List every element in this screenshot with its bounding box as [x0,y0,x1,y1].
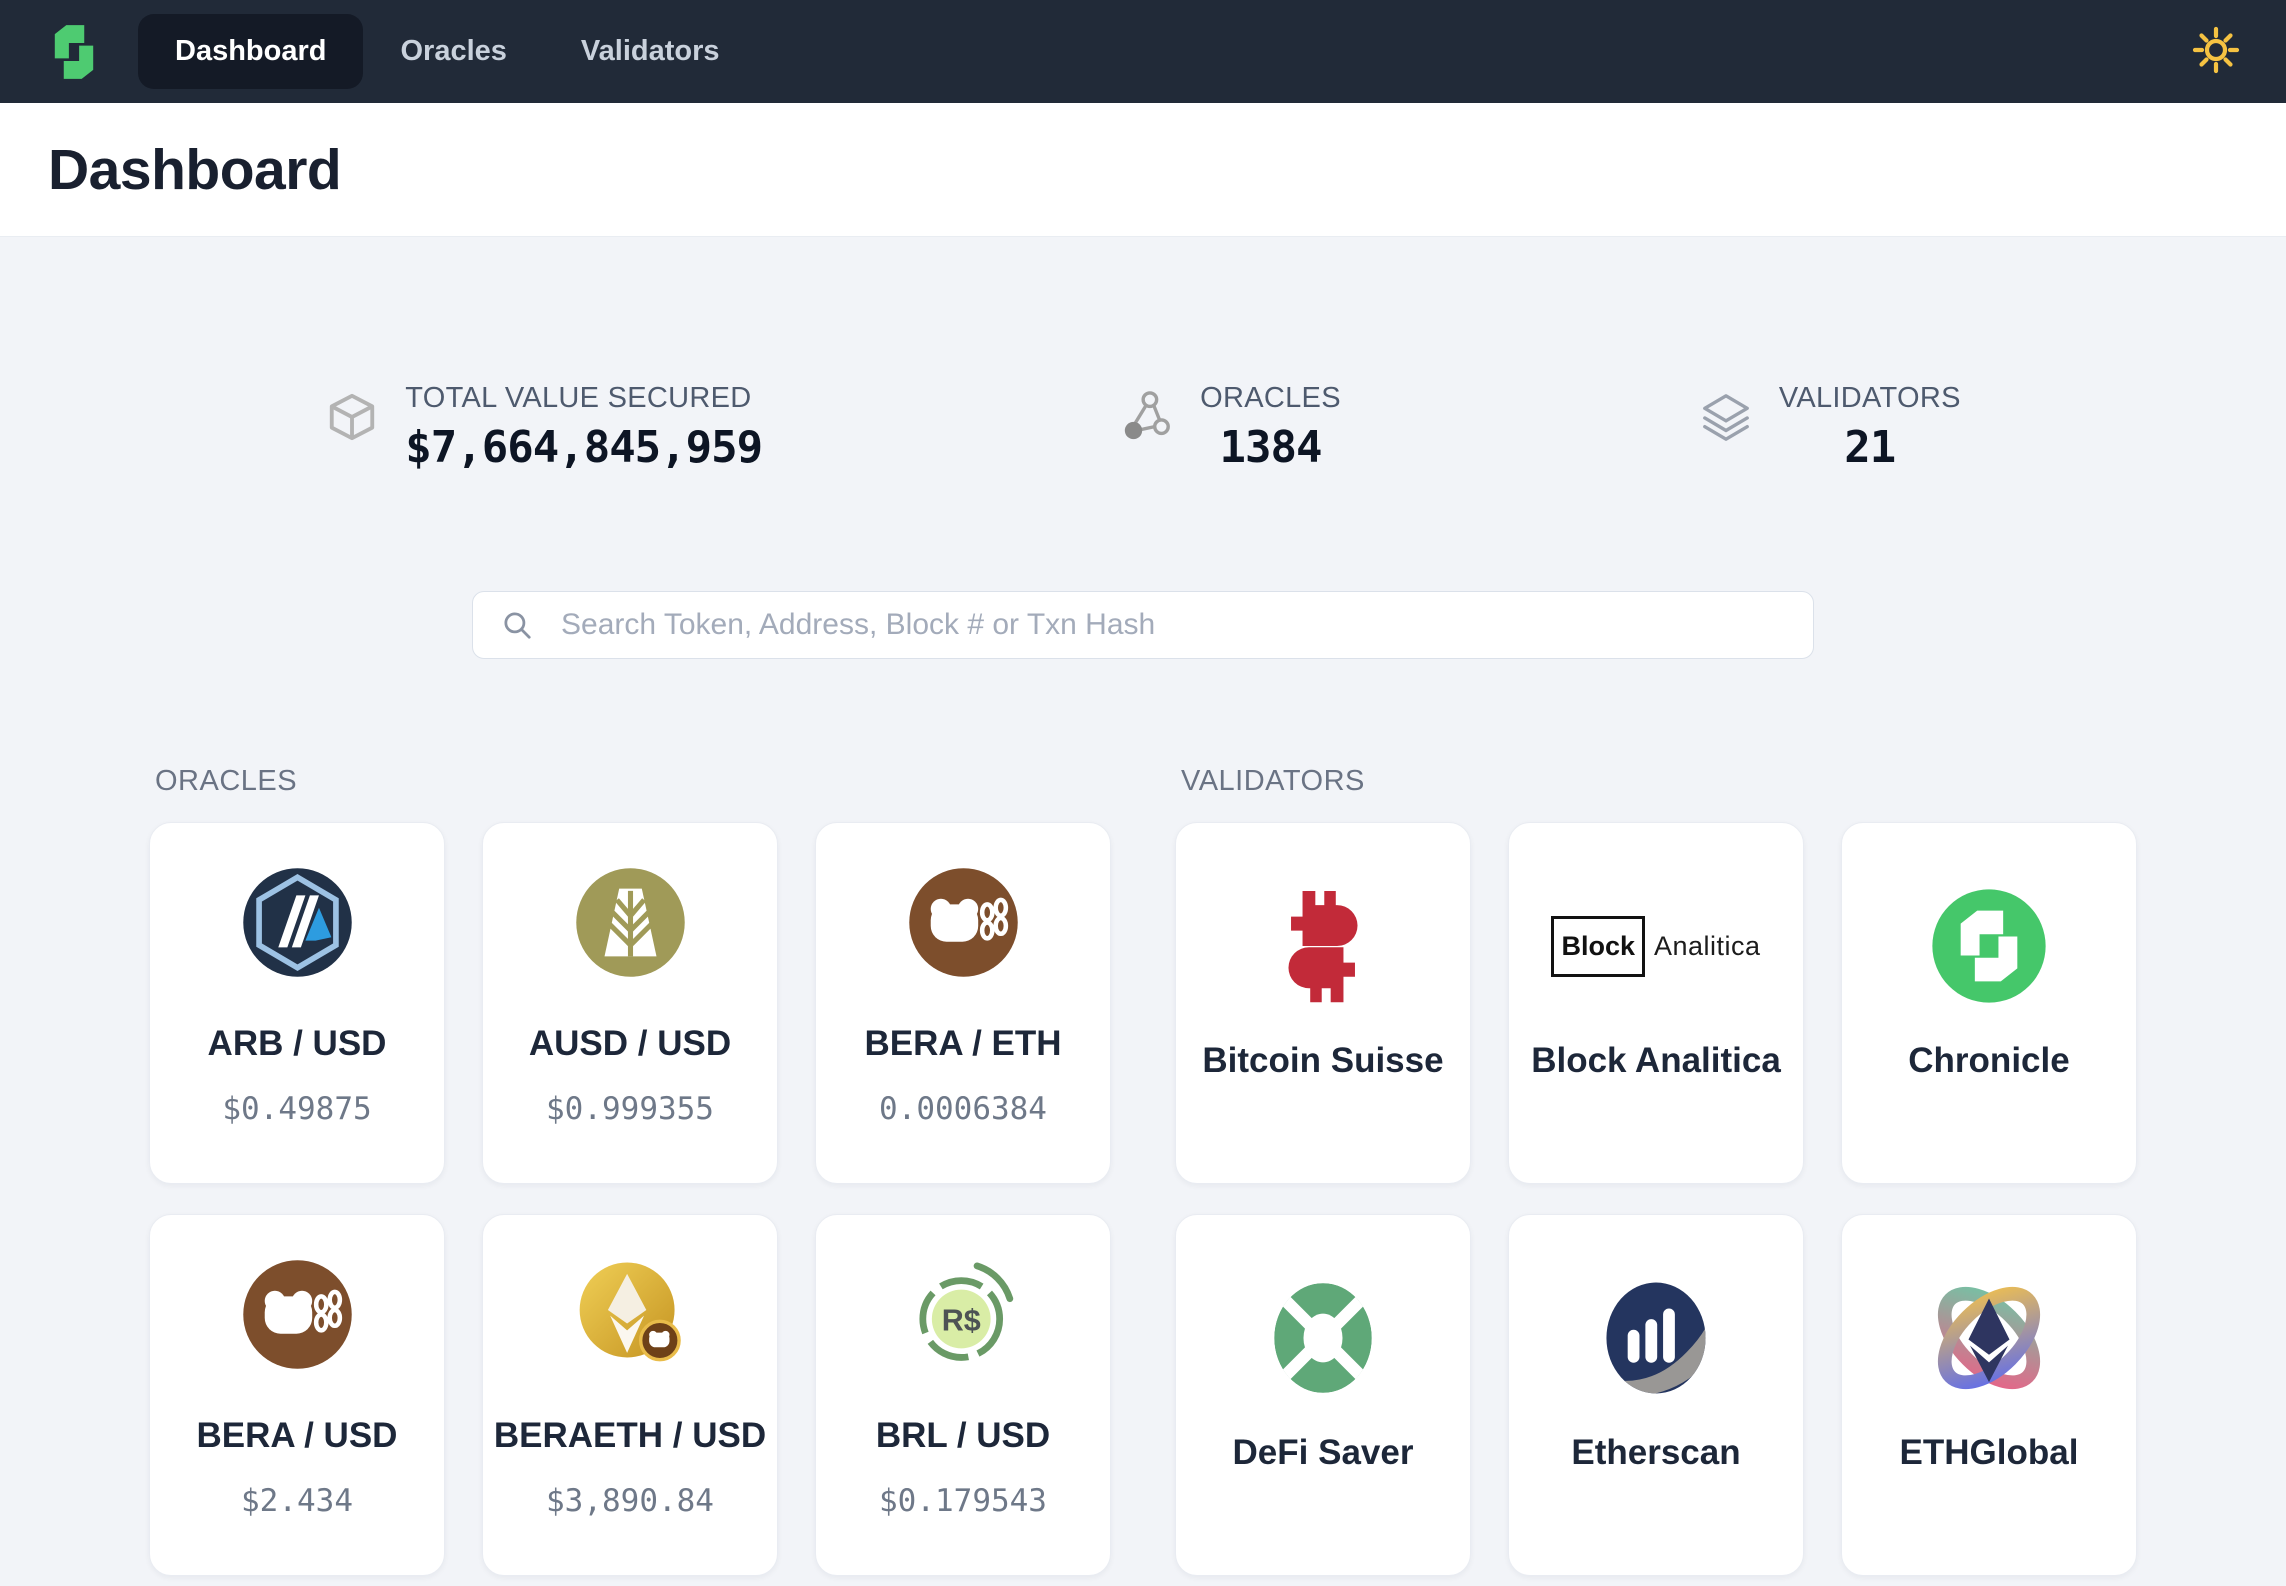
stat-total-value-secured: TOTAL VALUE SECURED $7,664,845,959 [325,382,762,473]
oracles-count-value: 1384 [1220,422,1322,473]
stat-validators-count: VALIDATORS 21 [1699,382,1961,473]
etherscan-icon [1597,1261,1715,1415]
bera-icon [907,865,1020,980]
validator-card-ethglobal[interactable]: ETHGlobal [1841,1214,2137,1576]
validators-count-value: 21 [1844,422,1895,473]
validator-name: DeFi Saver [1233,1433,1414,1473]
search-icon [500,608,534,642]
ethglobal-icon [1913,1261,2065,1415]
ausd-icon [574,865,687,980]
pair-price: $2.434 [241,1483,353,1519]
block-analitica-logo-light: Analitica [1654,931,1761,962]
beraeth-icon [574,1257,687,1372]
oracle-card-brl-usd[interactable]: R$ BRL / USD $0.179543 [815,1214,1111,1576]
validators-section: VALIDATORS Bitcoin Suisse [1175,765,2137,1576]
sections: ORACLES ARB / USD $0.49875 [0,765,2286,1576]
sun-icon [2192,26,2240,77]
nav-tab-dashboard[interactable]: Dashboard [138,14,363,89]
block-analitica-logo-bold: Block [1551,916,1645,977]
oracles-count-label: ORACLES [1200,382,1341,415]
validator-card-chronicle[interactable]: Chronicle [1841,822,2137,1184]
oracle-card-beraeth-usd[interactable]: BERAETH / USD $3,890.84 [482,1214,778,1576]
pair-price: 0.0006384 [879,1091,1047,1127]
pair-price: $0.999355 [546,1091,714,1127]
validators-section-label: VALIDATORS [1181,765,2137,798]
arbitrum-icon [241,865,354,980]
validator-name: Etherscan [1571,1433,1740,1473]
validator-card-bitcoin-suisse[interactable]: Bitcoin Suisse [1175,822,1471,1184]
stats-row: TOTAL VALUE SECURED $7,664,845,959 ORACL… [0,382,2286,473]
pair-label: ARB / USD [208,1024,387,1064]
validators-grid: Bitcoin Suisse Block Analitica Block Ana… [1175,822,2137,1576]
tvs-value: $7,664,845,959 [405,422,762,473]
nav-tab-oracles[interactable]: Oracles [363,14,543,89]
pair-label: BERA / USD [197,1416,398,1456]
defi-saver-icon [1262,1261,1384,1415]
layers-icon [1699,390,1753,444]
oracles-grid: ARB / USD $0.49875 [149,822,1111,1576]
brl-icon: R$ [907,1257,1020,1372]
search-input[interactable] [472,591,1814,659]
pair-label: BRL / USD [876,1416,1050,1456]
pair-price: $0.179543 [879,1483,1047,1519]
dashboard-main: TOTAL VALUE SECURED $7,664,845,959 ORACL… [0,382,2286,1576]
oracles-section: ORACLES ARB / USD $0.49875 [149,765,1111,1576]
validator-name: Block Analitica [1531,1041,1781,1081]
pair-label: AUSD / USD [529,1024,731,1064]
cube-icon [325,390,379,444]
chronicle-logo-icon [42,20,106,84]
oracle-card-ausd-usd[interactable]: AUSD / USD $0.999355 [482,822,778,1184]
oracle-card-bera-eth[interactable]: BERA / ETH 0.0006384 [815,822,1111,1184]
page-title: Dashboard [48,137,341,203]
oracle-card-bera-usd[interactable]: BERA / USD $2.434 [149,1214,445,1576]
pair-price: $0.49875 [222,1091,371,1127]
validator-name: Chronicle [1908,1041,2069,1081]
validator-card-defi-saver[interactable]: DeFi Saver [1175,1214,1471,1576]
nodes-icon [1120,390,1174,444]
pair-label: BERA / ETH [864,1024,1061,1064]
oracle-card-arb-usd[interactable]: ARB / USD $0.49875 [149,822,445,1184]
tvs-label: TOTAL VALUE SECURED [405,382,762,415]
validator-card-etherscan[interactable]: Etherscan [1508,1214,1804,1576]
search-bar [472,591,1814,659]
bitcoin-suisse-icon [1259,869,1387,1023]
theme-toggle-button[interactable] [2188,24,2244,80]
chronicle-validator-icon [1930,869,2048,1023]
oracles-section-label: ORACLES [155,765,1111,798]
page-header: Dashboard [0,103,2286,237]
validator-name: Bitcoin Suisse [1202,1041,1443,1081]
block-analitica-icon: Block Analitica [1551,869,1760,1023]
chronicle-logo[interactable] [42,20,106,84]
pair-label: BERAETH / USD [494,1416,766,1456]
svg-text:R$: R$ [941,1303,980,1337]
validators-count-label: VALIDATORS [1779,382,1961,415]
pair-price: $3,890.84 [546,1483,714,1519]
top-navbar: Dashboard Oracles Validators [0,0,2286,103]
bera-icon [241,1257,354,1372]
validator-card-block-analitica[interactable]: Block Analitica Block Analitica [1508,822,1804,1184]
nav-tab-validators[interactable]: Validators [544,14,757,89]
stat-oracles-count: ORACLES 1384 [1120,382,1341,473]
validator-name: ETHGlobal [1900,1433,2079,1473]
